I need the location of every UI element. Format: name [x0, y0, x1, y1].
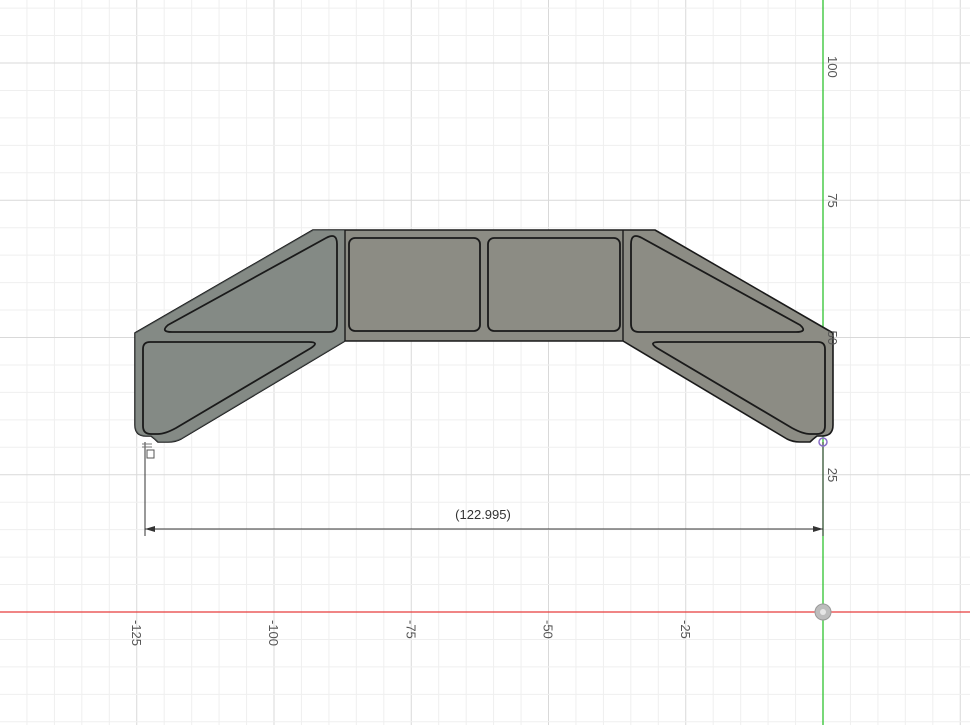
- y-tick-label: 75: [825, 193, 840, 207]
- profile-left-shade: [135, 230, 345, 442]
- x-tick-label: -50: [541, 620, 556, 639]
- constraint-markers: [142, 437, 828, 459]
- x-tick-label: -125: [129, 620, 144, 646]
- arrowhead-left: [145, 526, 155, 532]
- y-tick-label: 25: [825, 468, 840, 482]
- x-tick-label: -25: [678, 620, 693, 639]
- cross-section-profile[interactable]: [134, 229, 834, 443]
- sketch-canvas[interactable]: (122.995) -125 -100 -75 -50 -25 100 75 50 25: [0, 0, 970, 725]
- y-tick-label: 50: [825, 331, 840, 345]
- dimension-label[interactable]: (122.995): [455, 507, 511, 522]
- arrowhead-right: [813, 526, 823, 532]
- x-tick-label: -100: [266, 620, 281, 646]
- sketch-svg[interactable]: (122.995) -125 -100 -75 -50 -25 100 75 50 25: [0, 0, 970, 725]
- origin-marker[interactable]: [814, 603, 832, 621]
- x-tick-label: -75: [403, 620, 418, 639]
- fix-constraint-icon[interactable]: [146, 449, 155, 459]
- y-tick-label: 100: [825, 56, 840, 78]
